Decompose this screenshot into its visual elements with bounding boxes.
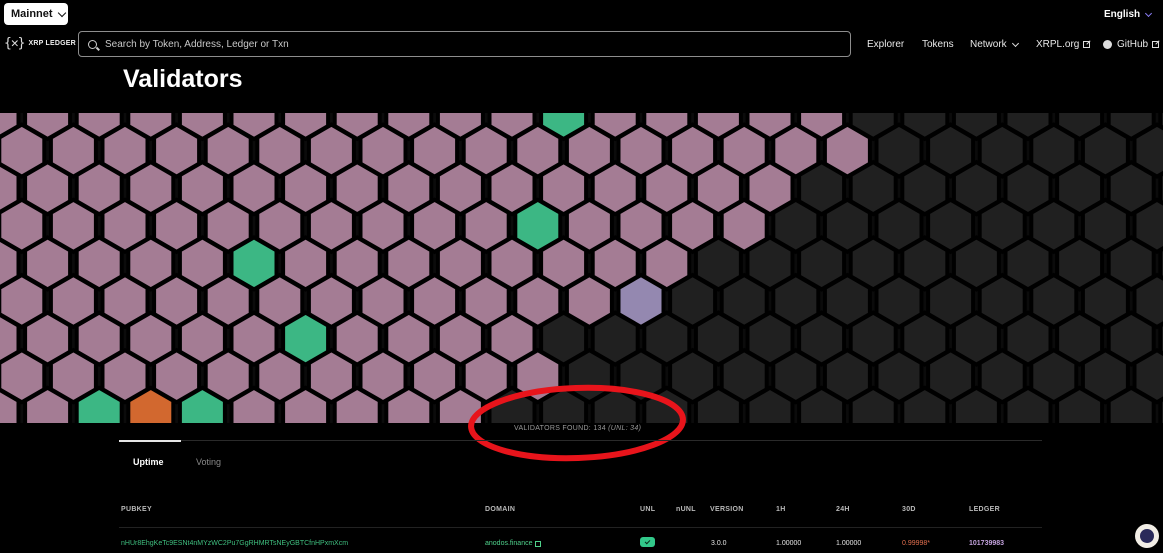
tab-voting[interactable]: Voting — [196, 457, 221, 467]
validators-found-label: VALIDATORS FOUND: — [514, 425, 592, 432]
row-domain-link[interactable]: anodos.finance — [485, 540, 542, 547]
external-link-icon — [1083, 41, 1091, 48]
external-link-icon — [1152, 41, 1160, 48]
chevron-down-icon — [1145, 9, 1153, 17]
row-pubkey[interactable]: nHUr8EhgKeTc9ESNt4nMYzWC2Pu7GgRHMRTsNEyG… — [121, 540, 348, 547]
row-version: 3.0.0 — [711, 540, 727, 547]
table-row-divider — [119, 527, 1042, 528]
external-link-icon — [535, 540, 542, 547]
chevron-down-icon — [1011, 39, 1019, 47]
xrp-ledger-logo[interactable]: {✕} XRP LEDGER — [4, 36, 76, 51]
header-24h[interactable]: 24H — [836, 506, 850, 513]
tab-uptime[interactable]: Uptime — [133, 457, 164, 467]
github-icon — [1103, 40, 1112, 49]
red-annotation-circle — [468, 384, 686, 462]
row-30d: 0.99998* — [902, 540, 931, 547]
header-unl[interactable]: UNL — [640, 506, 655, 513]
tabs-divider — [119, 440, 1042, 441]
header-version[interactable]: VERSION — [710, 506, 744, 513]
header-pubkey[interactable]: PUBKEY — [121, 506, 152, 513]
nav-network[interactable]: Network — [970, 39, 1019, 50]
nav-github-label: GitHub — [1117, 39, 1149, 50]
header-nunl[interactable]: nUNL — [676, 506, 696, 513]
row-24h: 1.00000 — [836, 540, 862, 547]
row-1h: 1.00000 — [776, 540, 802, 547]
page-title: Validators — [123, 65, 243, 93]
unl-check-badge — [640, 537, 655, 547]
search-icon — [88, 39, 97, 49]
header-domain[interactable]: DOMAIN — [485, 506, 515, 513]
nav-tokens[interactable]: Tokens — [922, 39, 954, 50]
nav-network-label: Network — [970, 39, 1007, 50]
active-tab-indicator — [119, 440, 181, 442]
network-select-label: Mainnet — [11, 8, 53, 20]
nav-explorer[interactable]: Explorer — [867, 39, 904, 50]
search-input[interactable] — [105, 38, 805, 50]
header-ledger[interactable]: LEDGER — [969, 506, 1000, 513]
search-bar[interactable] — [78, 31, 851, 57]
cookie-icon — [1140, 529, 1154, 543]
nav-explorer-label: Explorer — [867, 39, 905, 50]
nav-xrpl-org[interactable]: XRPL.org — [1036, 39, 1091, 50]
language-label: English — [1104, 9, 1141, 20]
logo-text: XRP LEDGER — [28, 40, 76, 47]
validator-hex-map — [0, 113, 1163, 423]
nav-tokens-label: Tokens — [922, 39, 954, 50]
language-selector[interactable]: English — [1104, 9, 1153, 20]
nav-xrpl-org-label: XRPL.org — [1036, 39, 1080, 50]
validators-unl-count: (UNL: 34) — [608, 425, 642, 432]
header-30d[interactable]: 30D — [902, 506, 916, 513]
validators-found-count: 134 — [593, 425, 606, 432]
chevron-down-icon — [57, 8, 66, 17]
row-domain: anodos.finance — [485, 540, 533, 547]
validators-found-summary: VALIDATORS FOUND: 134 (UNL: 34) — [514, 425, 641, 432]
header-1h[interactable]: 1H — [776, 506, 786, 513]
row-ledger[interactable]: 101739983 — [969, 540, 1004, 547]
nav-github[interactable]: GitHub — [1103, 39, 1160, 50]
cookie-settings-button[interactable] — [1135, 524, 1159, 548]
xrp-logo-icon: {✕} — [4, 36, 26, 51]
network-select[interactable]: Mainnet — [4, 3, 68, 25]
